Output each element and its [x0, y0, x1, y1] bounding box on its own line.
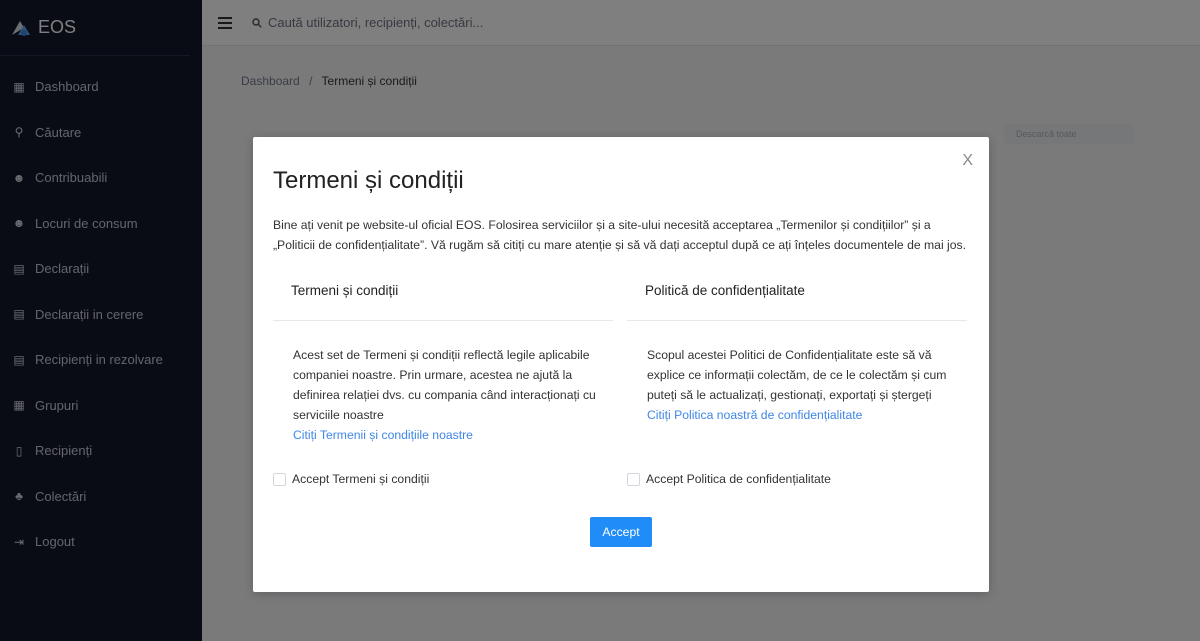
- terms-body: Acest set de Termeni și condiții reflect…: [293, 348, 596, 422]
- accept-button[interactable]: Accept: [590, 517, 652, 547]
- checkbox-box[interactable]: [627, 472, 640, 486]
- privacy-body: Scopul acestei Politici de Confidențiali…: [647, 348, 947, 402]
- terms-heading: Termeni și condiții: [273, 281, 613, 321]
- modal-title: Termeni și condiții: [273, 167, 464, 194]
- privacy-heading: Politică de confidențialitate: [627, 281, 967, 321]
- terms-modal: X Termeni și condiții Bine ați venit pe …: [253, 137, 989, 592]
- accept-privacy-label: Accept Politica de confidențialitate: [646, 472, 831, 486]
- privacy-section: Politică de confidențialitate Scopul ace…: [627, 281, 967, 425]
- accept-terms-checkbox[interactable]: Accept Termeni și condiții: [273, 472, 429, 486]
- close-icon[interactable]: X: [962, 153, 973, 169]
- terms-link[interactable]: Citiți Termenii și condițiile noastre: [293, 425, 603, 445]
- privacy-body-container: Scopul acestei Politici de Confidențiali…: [627, 321, 957, 425]
- terms-body-container: Acest set de Termeni și condiții reflect…: [273, 321, 603, 445]
- modal-intro: Bine ați venit pe website-ul oficial EOS…: [273, 218, 967, 252]
- privacy-link[interactable]: Citiți Politica noastră de confidențiali…: [647, 405, 957, 425]
- checkbox-box[interactable]: [273, 472, 286, 486]
- accept-privacy-checkbox[interactable]: Accept Politica de confidențialitate: [627, 472, 831, 486]
- terms-section: Termeni și condiții Acest set de Termeni…: [273, 281, 613, 445]
- accept-terms-label: Accept Termeni și condiții: [292, 472, 430, 486]
